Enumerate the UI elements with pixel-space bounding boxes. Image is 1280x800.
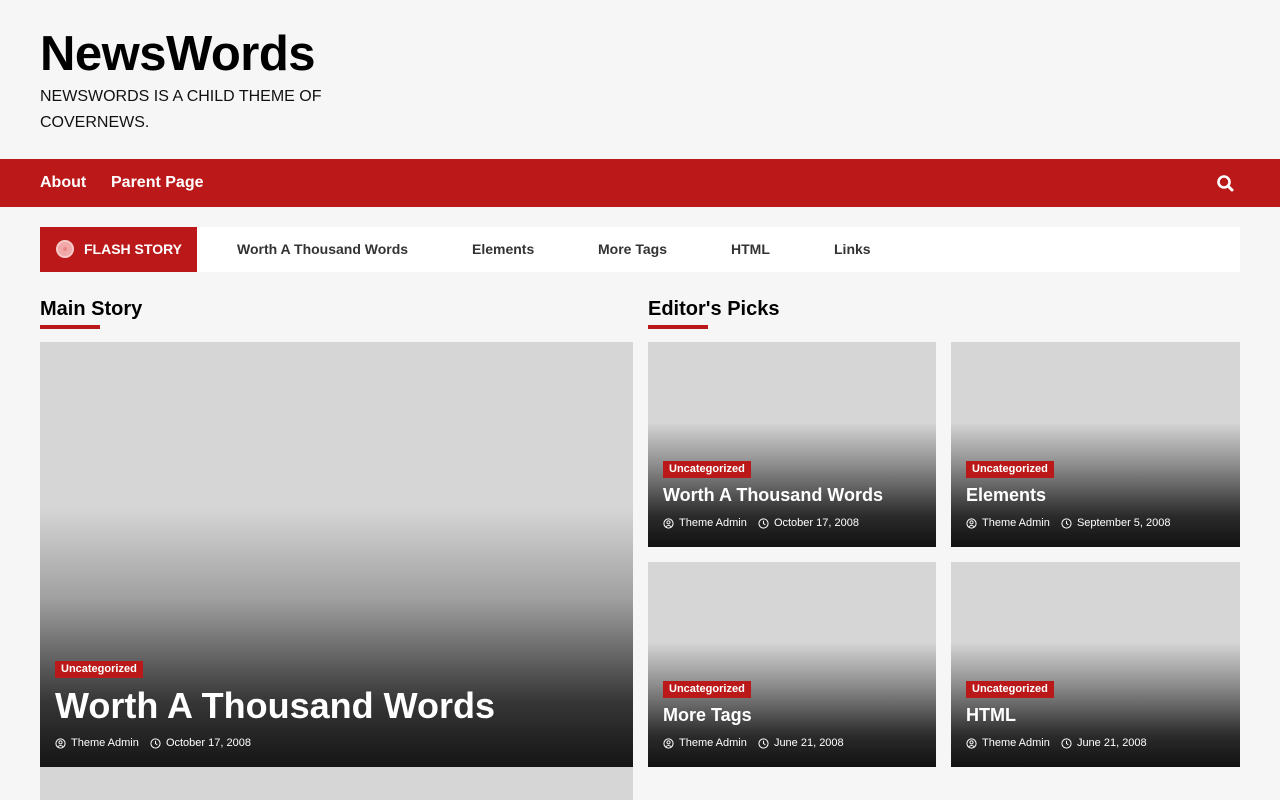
editors-picks-underline — [648, 325, 708, 329]
category-badge[interactable]: Uncategorized — [663, 461, 751, 478]
user-icon — [966, 517, 977, 529]
post-author[interactable]: Theme Admin — [982, 737, 1050, 749]
editors-pick-title[interactable]: HTML — [966, 704, 1016, 726]
editors-picks-heading: Editor's Picks — [648, 298, 780, 320]
editors-pick-title[interactable]: More Tags — [663, 704, 752, 726]
category-badge[interactable]: Uncategorized — [55, 661, 143, 678]
main-story-card[interactable]: Uncategorized Worth A Thousand Words The… — [40, 342, 633, 767]
post-author[interactable]: Theme Admin — [982, 517, 1050, 529]
user-icon — [966, 737, 977, 749]
post-author[interactable]: Theme Admin — [71, 737, 139, 749]
live-dot-icon — [56, 240, 74, 258]
main-story-underline — [40, 325, 100, 329]
image-overlay — [40, 507, 633, 767]
user-icon — [55, 737, 66, 749]
editors-pick-title[interactable]: Worth A Thousand Words — [663, 484, 883, 506]
post-date[interactable]: June 21, 2008 — [1077, 737, 1147, 749]
flash-story-text: FLASH STORY — [84, 241, 183, 257]
editors-pick-card[interactable]: Uncategorized HTML Theme Admin June 21, … — [951, 562, 1240, 767]
editors-pick-card[interactable]: Uncategorized More Tags Theme Admin June… — [648, 562, 936, 767]
editors-pick-title[interactable]: Elements — [966, 484, 1046, 506]
site-header: NewsWords NEWSWORDS IS A CHILD THEME OF … — [40, 26, 440, 136]
flash-story-bar: FLASH STORY Worth A Thousand Words Eleme… — [40, 227, 1240, 272]
main-navigation: About Parent Page — [0, 159, 1280, 207]
flash-link-elements[interactable]: Elements — [472, 241, 534, 257]
post-meta: Theme Admin June 21, 2008 — [663, 737, 852, 752]
post-meta: Theme Admin September 5, 2008 — [966, 517, 1179, 532]
editors-pick-card[interactable]: Uncategorized Elements Theme Admin Septe… — [951, 342, 1240, 547]
clock-icon — [758, 737, 769, 749]
flash-link-worth-a-thousand-words[interactable]: Worth A Thousand Words — [237, 241, 408, 257]
post-date[interactable]: June 21, 2008 — [774, 737, 844, 749]
next-story-card[interactable] — [40, 767, 633, 800]
main-story-title[interactable]: Worth A Thousand Words — [55, 686, 495, 726]
post-date[interactable]: September 5, 2008 — [1077, 517, 1171, 529]
post-date[interactable]: October 17, 2008 — [774, 517, 859, 529]
clock-icon — [150, 737, 161, 749]
category-badge[interactable]: Uncategorized — [663, 681, 751, 698]
post-meta: Theme Admin October 17, 2008 — [663, 517, 867, 532]
nav-item-parent-page[interactable]: Parent Page — [111, 174, 203, 192]
clock-icon — [758, 517, 769, 529]
clock-icon — [1061, 517, 1072, 529]
post-meta: Theme Admin October 17, 2008 — [55, 737, 259, 752]
post-date[interactable]: October 17, 2008 — [166, 737, 251, 749]
post-author[interactable]: Theme Admin — [679, 737, 747, 749]
user-icon — [663, 517, 674, 529]
post-meta: Theme Admin June 21, 2008 — [966, 737, 1155, 752]
flash-link-html[interactable]: HTML — [731, 241, 770, 257]
user-icon — [663, 737, 674, 749]
site-title[interactable]: NewsWords — [40, 26, 440, 82]
flash-link-more-tags[interactable]: More Tags — [598, 241, 667, 257]
flash-story-label: FLASH STORY — [40, 227, 197, 272]
search-icon[interactable] — [1216, 174, 1236, 194]
clock-icon — [1061, 737, 1072, 749]
main-story-heading: Main Story — [40, 298, 143, 320]
site-tagline: NEWSWORDS IS A CHILD THEME OF COVERNEWS. — [40, 88, 322, 131]
category-badge[interactable]: Uncategorized — [966, 461, 1054, 478]
flash-link-links[interactable]: Links — [834, 241, 871, 257]
editors-pick-card[interactable]: Uncategorized Worth A Thousand Words The… — [648, 342, 936, 547]
category-badge[interactable]: Uncategorized — [966, 681, 1054, 698]
post-author[interactable]: Theme Admin — [679, 517, 747, 529]
nav-item-about[interactable]: About — [40, 174, 86, 192]
